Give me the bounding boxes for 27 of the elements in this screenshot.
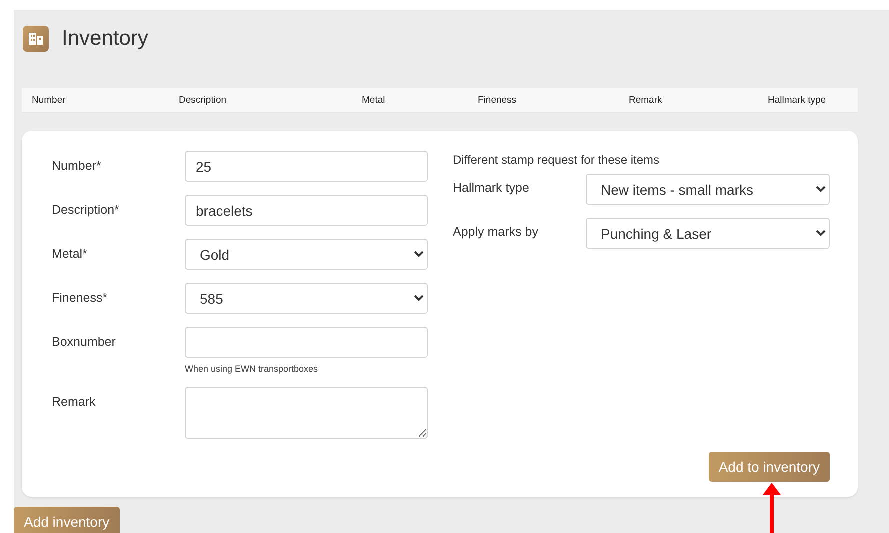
column-header: Hallmark type (768, 94, 826, 106)
select-field[interactable]: Punching & Laser (586, 218, 830, 249)
textarea-field[interactable] (185, 387, 428, 439)
field-label: Number* (52, 158, 102, 173)
column-header: Fineness (478, 94, 517, 106)
input-field[interactable]: 25 (185, 151, 428, 182)
input-field[interactable]: bracelets (185, 195, 428, 226)
page-title: Inventory (62, 27, 148, 51)
field-hint: When using EWN transportboxes (185, 364, 320, 374)
section-heading: Different stamp request for these items (453, 153, 661, 167)
column-header: Remark (629, 94, 662, 106)
column-header: Number (32, 94, 67, 106)
building-icon (23, 26, 49, 52)
column-header: Metal (362, 94, 386, 106)
field-label: Metal* (52, 246, 88, 261)
field-label: Remark (52, 394, 97, 409)
field-label: Hallmark type (453, 180, 530, 195)
field-label: Fineness* (52, 290, 109, 305)
field-label: Apply marks by (453, 224, 540, 239)
field-label: Description* (52, 202, 120, 217)
input-field[interactable] (185, 327, 428, 358)
field-label: Boxnumber (52, 334, 117, 349)
column-header: Description (179, 94, 228, 106)
arrow-annotation (763, 483, 781, 533)
select-field[interactable]: 585 (185, 283, 428, 314)
select-field[interactable]: Gold (185, 239, 428, 270)
select-field[interactable]: New items - small marks (586, 174, 830, 205)
